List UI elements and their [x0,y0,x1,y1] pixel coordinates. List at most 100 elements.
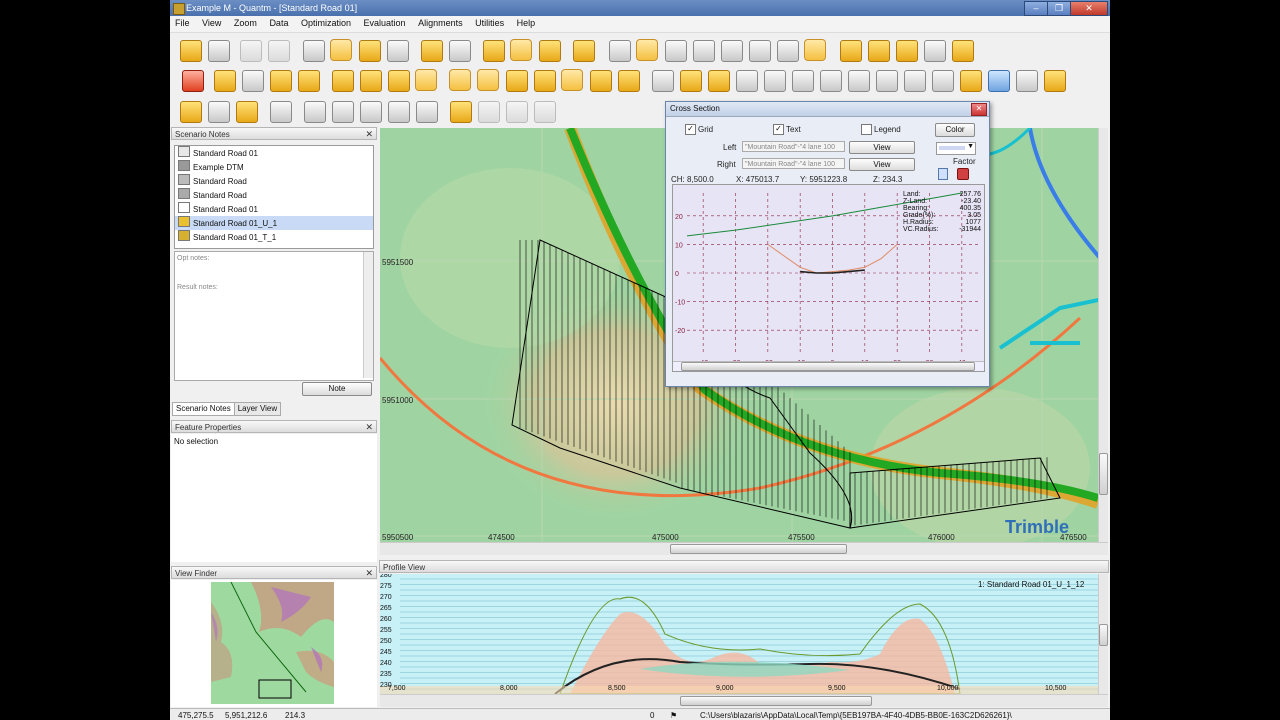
zoom-icon[interactable] [609,40,631,62]
key-icon[interactable] [483,40,505,62]
line-join-icon[interactable] [736,70,758,92]
menu-view[interactable]: View [197,16,226,30]
alignment-icon[interactable] [214,70,236,92]
tools-icon[interactable] [952,40,974,62]
profile-line-icon[interactable] [1016,70,1038,92]
right-section-input[interactable]: "Mountain Road"-"4 lane 100 [742,158,845,169]
menu-evaluation[interactable]: Evaluation [359,16,411,30]
scenario-icon[interactable] [303,40,325,62]
split-icon[interactable] [960,70,982,92]
lock-icon[interactable] [450,101,472,123]
list-icon[interactable] [236,101,258,123]
tunnel-icon[interactable] [506,70,528,92]
tab-scenario-notes[interactable]: Scenario Notes [172,402,235,416]
close-panel-icon[interactable]: ✕ [365,567,373,580]
dialog-close-button[interactable]: ✕ [971,103,987,116]
notes-area[interactable]: Opt notes: Result notes: [174,251,374,381]
map-vertical-scrollbar[interactable] [1098,128,1108,542]
upload-icon[interactable] [421,40,443,62]
minimize-button[interactable]: – [1024,1,1048,16]
chart-icon[interactable] [415,69,437,91]
copy-icon[interactable] [270,70,292,92]
move-node-icon[interactable] [792,70,814,92]
undo-icon[interactable] [240,40,262,62]
window-icon[interactable] [924,40,946,62]
profile-hscroll-thumb[interactable] [680,696,872,706]
ruler-icon[interactable] [876,70,898,92]
tree-item[interactable]: Standard Road 01 [175,146,373,160]
help-icon[interactable] [387,40,409,62]
measure-icon[interactable] [360,101,382,123]
tree-item[interactable]: Standard Road [175,174,373,188]
note-button[interactable]: Note [302,382,372,396]
add-node-icon[interactable] [764,70,786,92]
close-button[interactable]: ✕ [1070,1,1108,16]
open-folder-icon[interactable] [180,40,202,62]
menu-alignments[interactable]: Alignments [413,16,468,30]
redo-icon[interactable] [268,40,290,62]
grid-checkbox[interactable]: ✓ [685,124,696,135]
cut-icon[interactable] [680,70,702,92]
zoom-in-icon[interactable] [636,39,658,61]
zoom-window-icon[interactable] [693,40,715,62]
map-horizontal-scrollbar[interactable] [380,542,1108,555]
delete-icon[interactable] [182,70,204,92]
rectangle-icon[interactable] [416,101,438,123]
camera-icon[interactable] [208,101,230,123]
question-icon[interactable] [539,40,561,62]
pointer-icon[interactable] [573,40,595,62]
plot-scroll-thumb[interactable] [681,362,975,371]
profile-vscroll-thumb[interactable] [1099,624,1108,646]
water-icon[interactable] [988,70,1010,92]
notes-scrollbar[interactable] [363,252,373,378]
box-icon[interactable] [618,70,640,92]
profile-horizontal-scrollbar[interactable] [380,694,1108,707]
close-panel-icon[interactable]: ✕ [365,421,373,434]
tree-item[interactable]: Example DTM [175,160,373,174]
circle-icon[interactable] [388,101,410,123]
cancel-x-icon[interactable] [904,70,926,92]
bridge-icon[interactable] [477,69,499,91]
import-icon[interactable] [840,40,862,62]
restore-button[interactable]: ❐ [1047,1,1071,16]
layers-icon[interactable] [330,39,352,61]
tree-item[interactable]: Standard Road 01_T_1 [175,230,373,244]
plot-scrollbar[interactable] [673,361,984,371]
pan-hand-icon[interactable] [721,40,743,62]
trash-icon[interactable] [534,101,556,123]
menu-help[interactable]: Help [512,16,541,30]
cross-section-plot[interactable]: -40-30-20-1001020304020100-10-20 Land:25… [672,184,985,372]
profile-vertical-scrollbar[interactable] [1098,574,1108,694]
color-dropdown[interactable]: ▼ [936,142,976,155]
delete-node-icon[interactable] [932,70,954,92]
export-icon[interactable] [868,40,890,62]
menu-data[interactable]: Data [264,16,293,30]
save-icon[interactable] [208,40,230,62]
tree-item[interactable]: Standard Road 01 [175,202,373,216]
sparkle-icon[interactable] [304,101,326,123]
map-hscroll-thumb[interactable] [670,544,847,554]
zoom-out-icon[interactable] [665,40,687,62]
view-icon[interactable] [449,40,471,62]
table-icon[interactable] [242,70,264,92]
flag-icon[interactable] [652,70,674,92]
profile-icon[interactable] [449,69,471,91]
curve-icon[interactable] [388,70,410,92]
menu-utilities[interactable]: Utilities [470,16,509,30]
right-view-button[interactable]: View [849,158,915,171]
paste-icon[interactable] [298,70,320,92]
view-finder-map[interactable] [211,582,334,704]
zoom-previous-icon[interactable] [777,40,799,62]
menu-zoom[interactable]: Zoom [229,16,262,30]
pen-icon[interactable] [590,70,612,92]
tree-item[interactable]: Standard Road 01_U_1 [175,216,373,230]
dash-alt-icon[interactable] [506,101,528,123]
color-button[interactable]: Color [935,123,975,137]
left-view-button[interactable]: View [849,141,915,154]
tab-layer-view[interactable]: Layer View [233,402,282,416]
dash-icon[interactable] [478,101,500,123]
factor-spinner[interactable] [938,168,948,180]
pencil-icon[interactable] [848,70,870,92]
edit-icon[interactable] [896,40,918,62]
map-icon[interactable] [804,39,826,61]
